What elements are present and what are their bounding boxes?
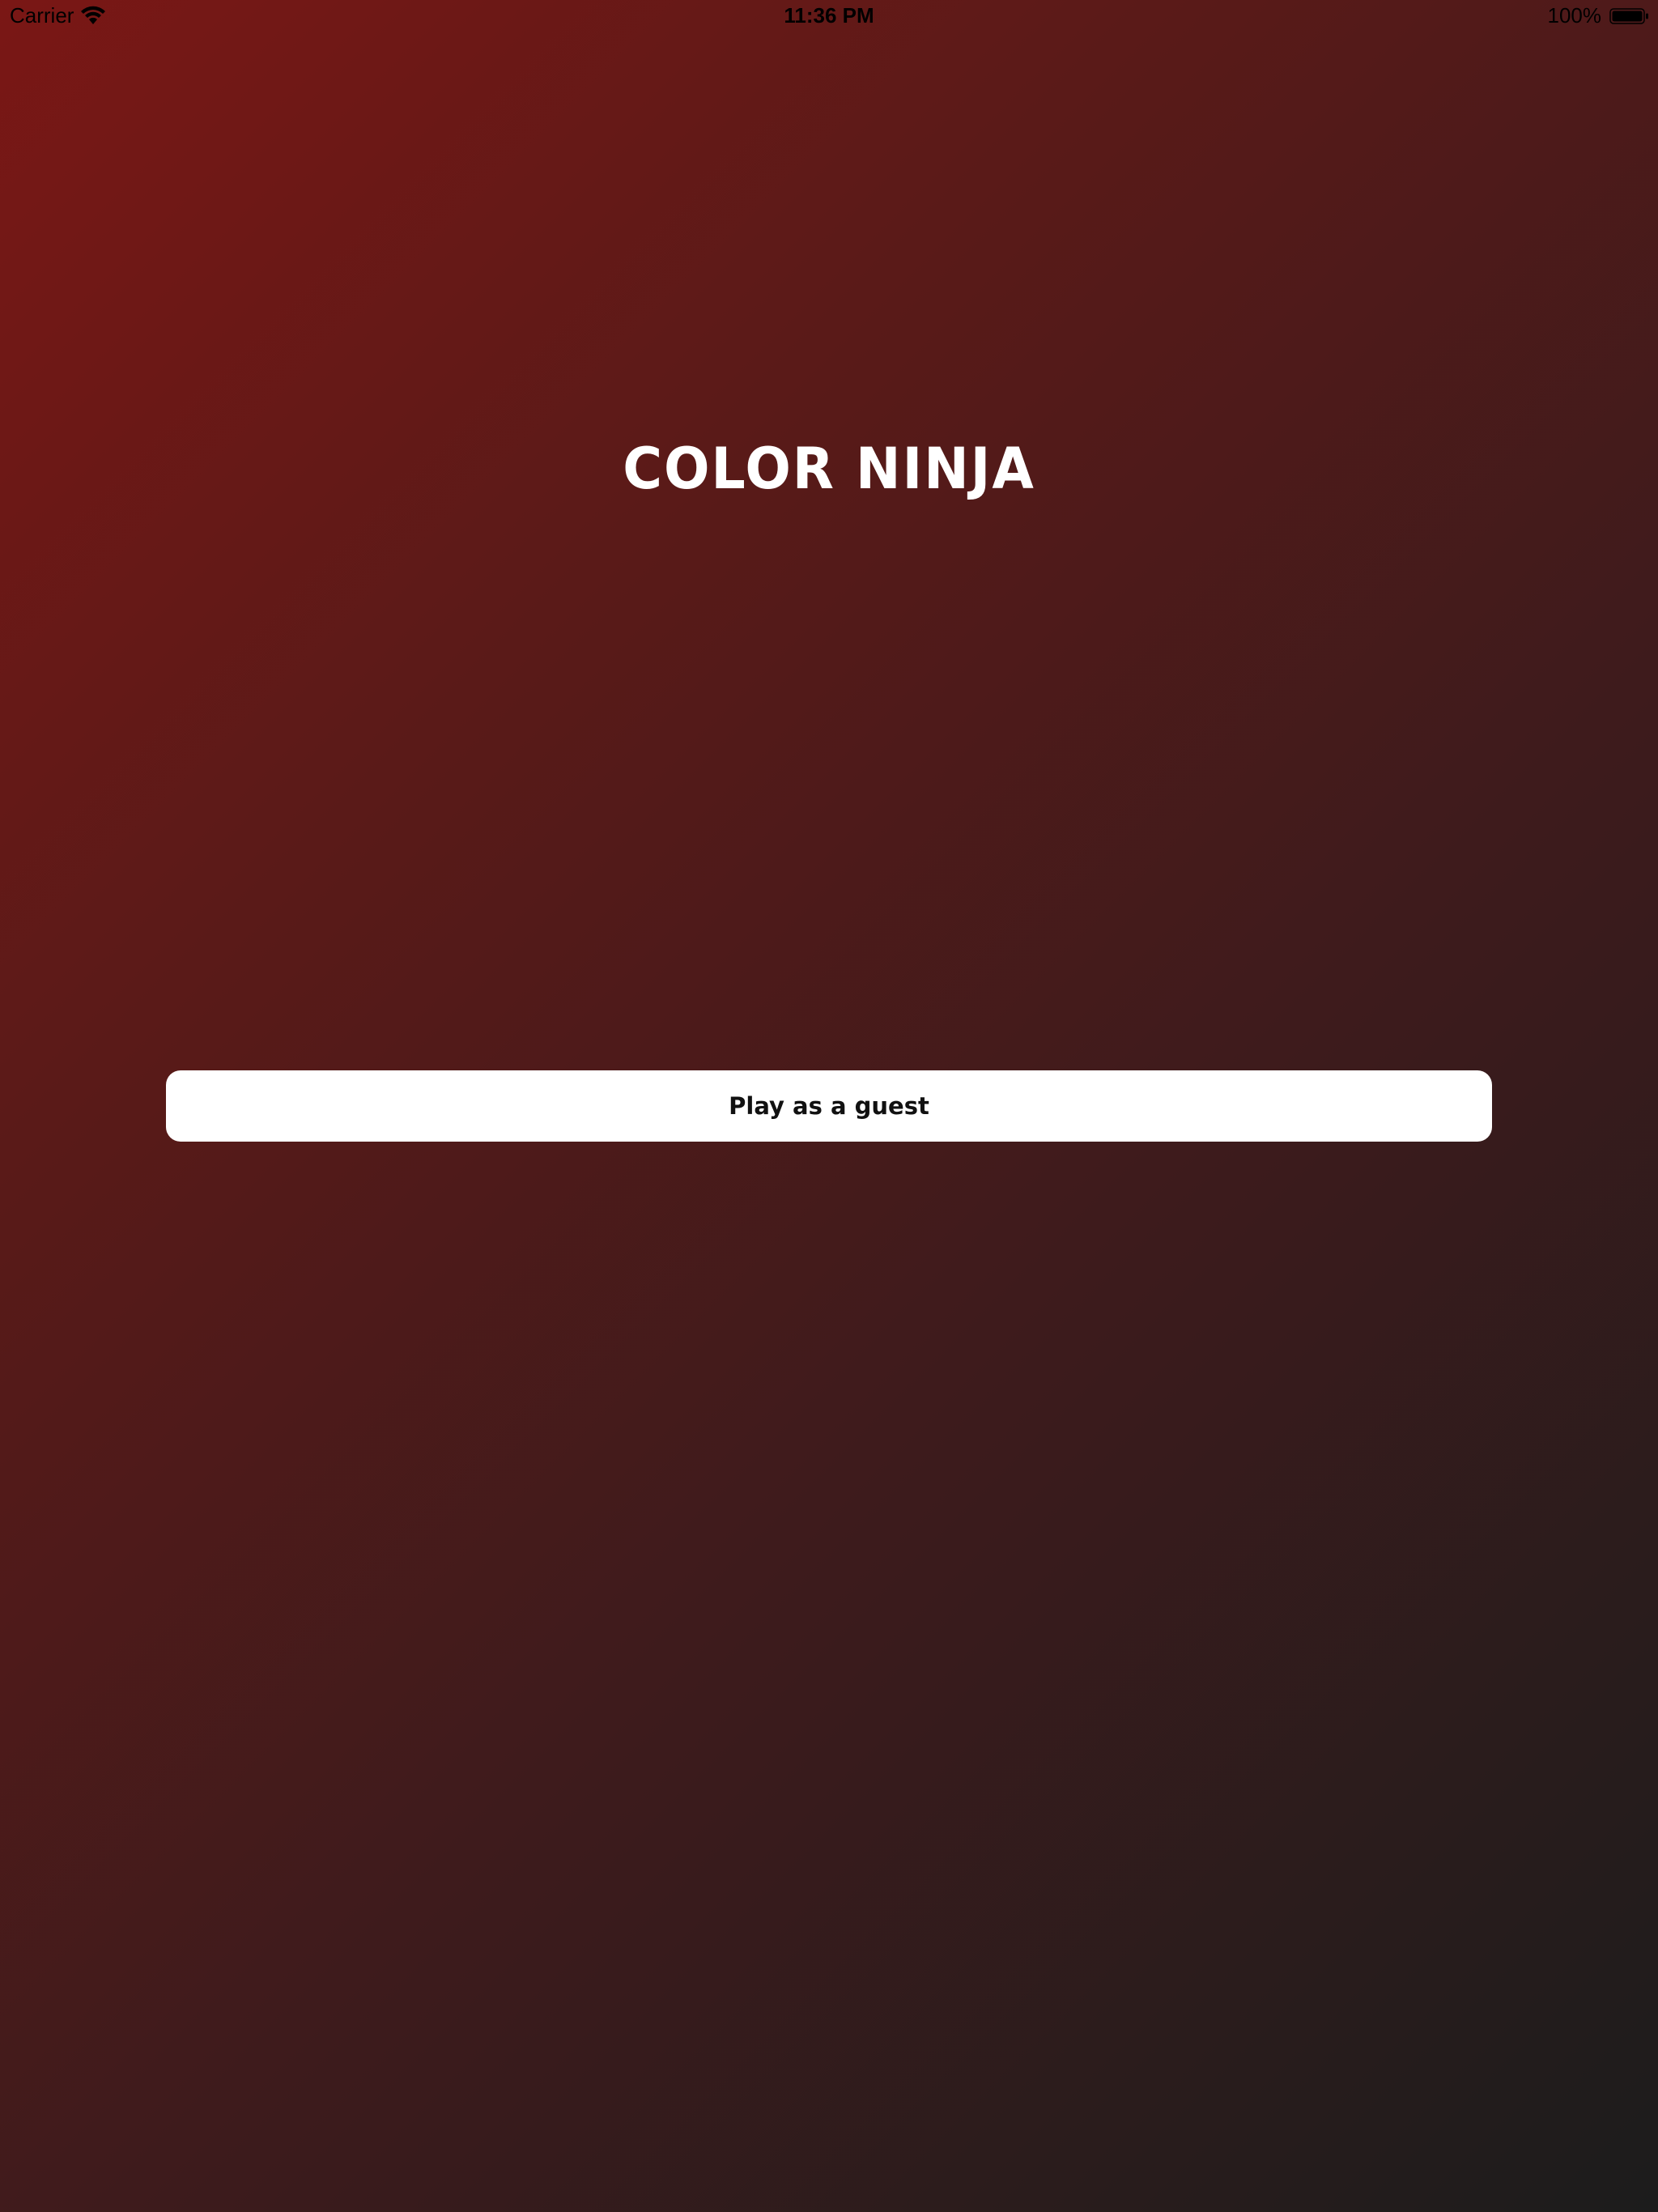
play-as-guest-button[interactable]: Play as a guest xyxy=(166,1070,1492,1142)
status-clock: 11:36 PM xyxy=(784,3,874,28)
battery-percentage: 100% xyxy=(1547,3,1602,28)
app-title: COLOR NINJA xyxy=(623,436,1035,502)
battery-icon xyxy=(1609,8,1650,24)
status-bar: Carrier 11:36 PM 100% xyxy=(0,0,1658,32)
